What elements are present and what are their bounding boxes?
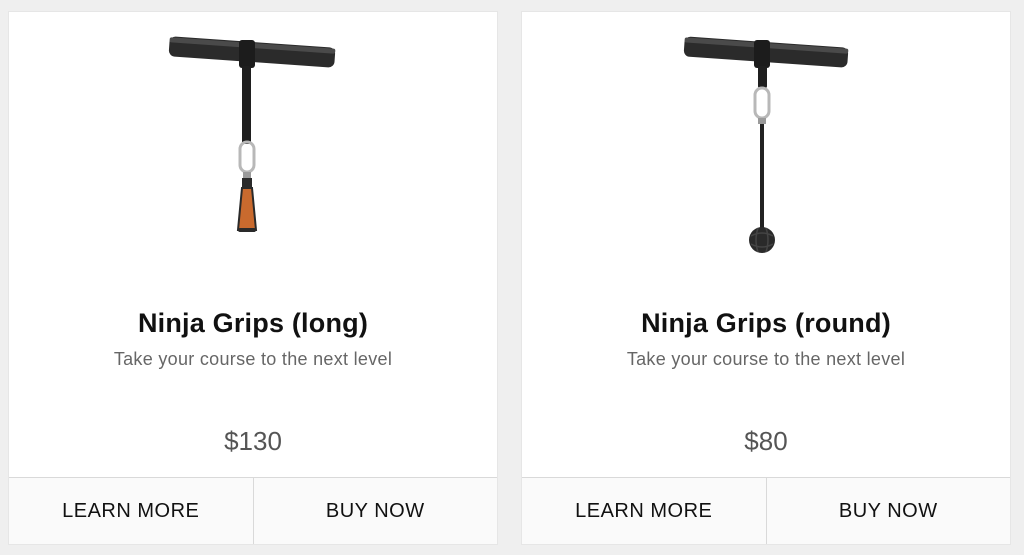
product-subtitle: Take your course to the next level <box>626 349 906 369</box>
learn-more-button[interactable]: LEARN MORE <box>9 478 253 544</box>
ninja-grip-long-illustration <box>168 36 336 232</box>
product-subtitle: Take your course to the next level <box>113 349 393 369</box>
product-title: Ninja Grips (long) <box>137 308 369 338</box>
product-price: $80 <box>744 426 788 456</box>
product-price: $130 <box>224 426 282 456</box>
product-card-round: Ninja Grips (round) Take your course to … <box>522 12 1010 544</box>
buy-now-button[interactable]: BUY NOW <box>765 478 1010 544</box>
buy-now-button[interactable]: BUY NOW <box>252 478 497 544</box>
product-card-long: Ninja Grips (long) Take your course to t… <box>9 12 497 544</box>
product-grid: Ninja Grips (long) Take your course to t… <box>0 0 1024 555</box>
product-actions: LEARN MORE BUY NOW <box>9 477 497 544</box>
ninja-grip-round-illustration <box>683 36 849 253</box>
product-title: Ninja Grips (round) <box>641 308 891 338</box>
product-image[interactable] <box>9 12 497 292</box>
product-image[interactable] <box>522 12 1010 292</box>
learn-more-button[interactable]: LEARN MORE <box>522 478 766 544</box>
product-actions: LEARN MORE BUY NOW <box>522 477 1010 544</box>
